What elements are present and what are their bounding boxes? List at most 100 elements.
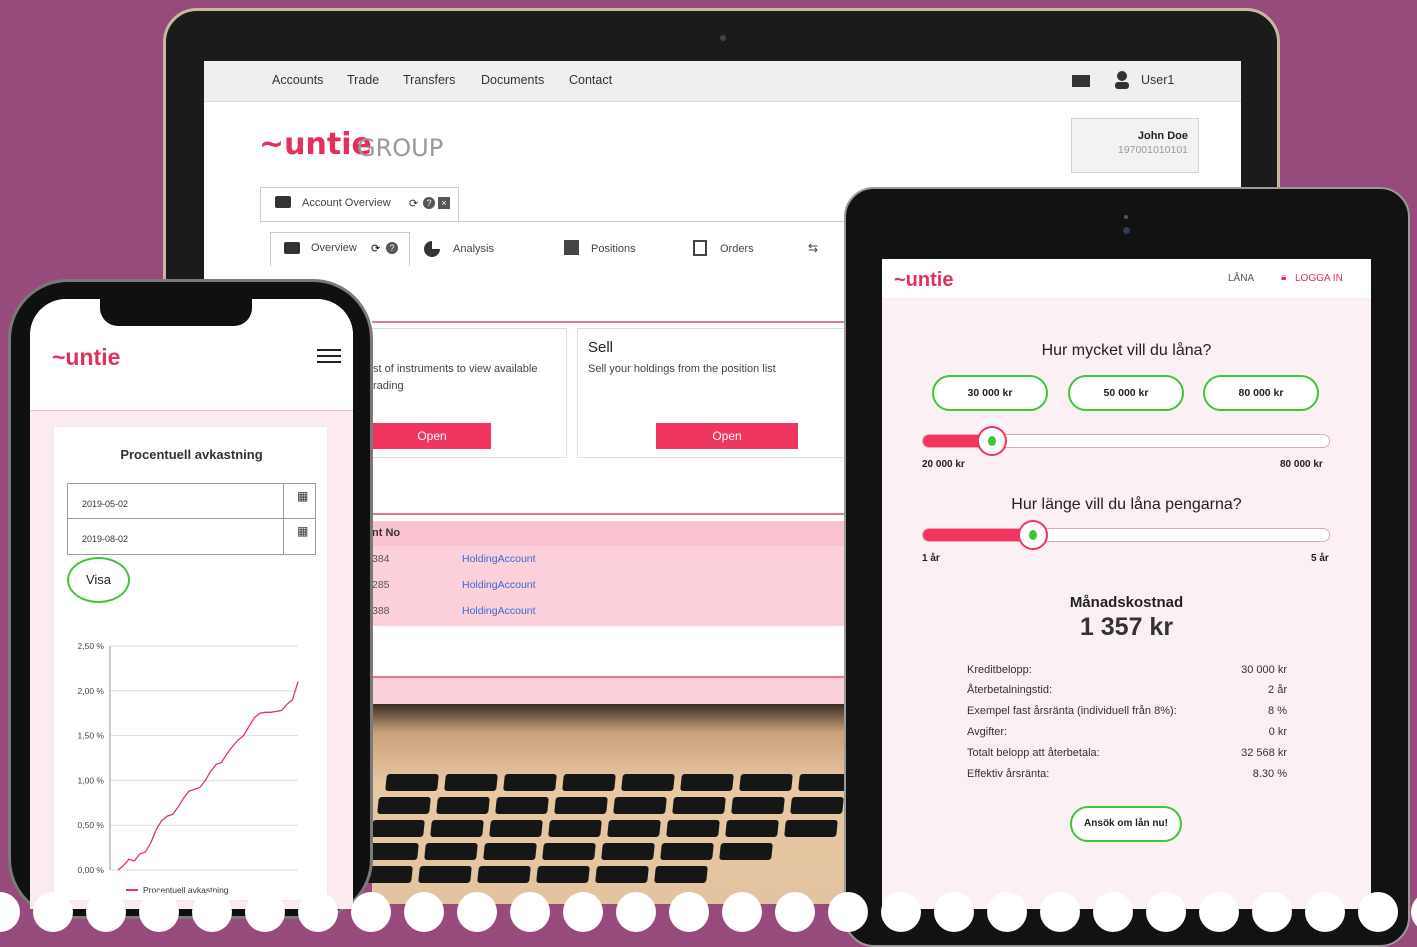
amount-min: 20 000 kr [922, 459, 965, 470]
summary-row: Effektiv årsränta: 8.30 % [967, 768, 1287, 780]
wave-decoration [1358, 892, 1398, 932]
buy-open-button[interactable]: Open [373, 423, 491, 449]
user-icon[interactable] [1114, 71, 1130, 89]
phone-notch [100, 299, 252, 326]
y-tick-label: 1,50 % [78, 731, 105, 741]
calendar-icon[interactable]: ▦ [297, 524, 308, 538]
keyboard-key [666, 820, 720, 837]
keyboard-key [536, 866, 590, 883]
y-tick-label: 2,50 % [78, 641, 105, 651]
keyboard-key [672, 797, 726, 814]
holding-account-link[interactable]: HoldingAccount [462, 553, 536, 565]
brand-logo: ~untie [259, 127, 372, 162]
term-slider[interactable] [922, 520, 1330, 550]
wave-decoration [563, 892, 603, 932]
keyboard-key [595, 866, 649, 883]
nav-accounts[interactable]: Accounts [272, 73, 323, 87]
nav-transfers[interactable]: Transfers [403, 73, 455, 87]
date-to-value: 2019-08-02 [82, 534, 129, 544]
nav-trade[interactable]: Trade [347, 73, 379, 87]
keyboard [359, 704, 852, 904]
wave-decoration [1093, 892, 1133, 932]
date-from-input[interactable]: 2019-05-02 ▦ [67, 483, 316, 519]
summary-value: 0 kr [1268, 726, 1287, 738]
summary-row: Återbetalningstid: 2 år [967, 684, 1287, 696]
holding-account-link[interactable]: HoldingAccount [462, 605, 536, 617]
tablet-brand-logo[interactable]: ~untie [894, 269, 953, 292]
nav-contact[interactable]: Contact [569, 73, 612, 87]
term-slider-handle[interactable] [1018, 520, 1048, 550]
apply-loan-button[interactable]: Ansök om lån nu! [1070, 806, 1182, 842]
keyboard-key [548, 820, 602, 837]
amount-option-80000[interactable]: 80 000 kr [1203, 375, 1319, 411]
laptop-camera [720, 35, 726, 41]
wave-decoration [1305, 892, 1345, 932]
returns-title: Procentuell avkastning [120, 447, 263, 462]
buy-text: st of instruments to view available [373, 363, 538, 375]
wave-decoration [828, 892, 868, 932]
summary-value: 2 år [1268, 684, 1287, 696]
wallet-icon [284, 242, 300, 254]
tab-analysis[interactable]: Analysis [453, 243, 494, 255]
keyboard-key [725, 820, 779, 837]
cell-account-no: 384 [372, 553, 390, 565]
summary-label: Kreditbelopp: [967, 664, 1032, 676]
keyboard-key [660, 843, 714, 860]
wave-decoration [510, 892, 550, 932]
show-button[interactable]: Visa [67, 557, 130, 603]
refresh-icon[interactable]: ⟳ [371, 242, 380, 255]
keyboard-key [607, 820, 661, 837]
tab-account-overview[interactable]: Account Overview ⟳ ? × [260, 187, 459, 221]
y-tick-label: 1,00 % [78, 775, 105, 785]
help-icon[interactable]: ? [423, 197, 435, 209]
input-divider [283, 484, 284, 518]
date-to-input[interactable]: 2019-08-02 ▦ [67, 518, 316, 555]
phone-brand-logo[interactable]: ~untie [52, 344, 120, 371]
amount-slider-handle[interactable] [977, 426, 1007, 456]
keyboard-key [784, 820, 838, 837]
help-icon[interactable]: ? [386, 242, 398, 254]
account-id: 197001010101 [1117, 144, 1188, 156]
tablet-sensor [1124, 215, 1128, 219]
cell-account-no: 388 [372, 605, 390, 617]
wave-decoration [245, 892, 285, 932]
amount-option-50000[interactable]: 50 000 kr [1068, 375, 1184, 411]
keyboard-key [613, 797, 667, 814]
keyboard-key [562, 774, 616, 791]
nav-documents[interactable]: Documents [481, 73, 544, 87]
holding-account-link[interactable]: HoldingAccount [462, 579, 536, 591]
sell-open-button[interactable]: Open [656, 423, 798, 449]
account-box: John Doe 197001010101 [1071, 118, 1199, 173]
close-icon[interactable]: × [438, 197, 450, 209]
tab-positions[interactable]: Positions [591, 243, 636, 255]
keyboard-key [542, 843, 596, 860]
nav-loan[interactable]: LÅNA [1228, 273, 1254, 284]
summary-value: 8 % [1268, 705, 1287, 717]
refresh-icon[interactable]: ⟳ [409, 197, 418, 210]
sell-title: Sell [588, 339, 614, 356]
wave-decoration [351, 892, 391, 932]
buy-card: st of instruments to view available radi… [372, 328, 567, 458]
column-account-no: nt No [372, 527, 401, 539]
mail-icon[interactable] [1072, 75, 1090, 87]
nav-login[interactable]: LOGGA IN [1295, 273, 1343, 284]
keyboard-key [436, 797, 490, 814]
keyboard-key [680, 774, 734, 791]
wave-decoration [1199, 892, 1239, 932]
user-name[interactable]: User1 [1141, 73, 1174, 87]
tab-overview[interactable]: Overview ⟳ ? [270, 232, 410, 266]
menu-icon[interactable] [317, 349, 341, 363]
wave-decoration [987, 892, 1027, 932]
amount-slider[interactable] [922, 426, 1330, 456]
calendar-icon[interactable]: ▦ [297, 489, 308, 503]
wave-decoration [192, 892, 232, 932]
tab-orders[interactable]: Orders [720, 243, 754, 255]
keyboard-key [503, 774, 557, 791]
amount-option-30000[interactable]: 30 000 kr [932, 375, 1048, 411]
wallet-icon [275, 196, 291, 208]
wave-decoration [0, 892, 20, 932]
keyboard-key [365, 843, 419, 860]
y-tick-label: 2,00 % [78, 686, 105, 696]
wave-decoration [86, 892, 126, 932]
wave-decoration [775, 892, 815, 932]
